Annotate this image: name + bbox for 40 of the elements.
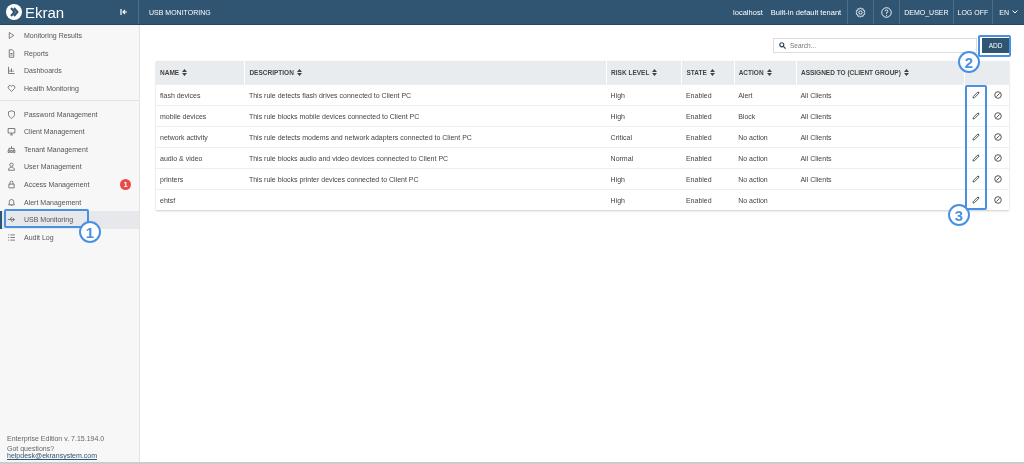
sort-icon xyxy=(903,69,909,76)
menu-icon xyxy=(7,180,16,190)
disable-icon[interactable] xyxy=(993,112,1002,121)
disable-icon[interactable] xyxy=(993,91,1002,100)
callout-number: 3 xyxy=(948,204,970,226)
menu-icon xyxy=(7,162,16,172)
menu-icon xyxy=(7,109,16,119)
menu-icon xyxy=(7,144,16,154)
sort-icon xyxy=(766,69,772,76)
menu-icon xyxy=(7,215,16,225)
sort-icon xyxy=(296,69,302,76)
callout-number: 1 xyxy=(79,221,101,243)
disable-icon[interactable] xyxy=(993,154,1002,163)
menu-icon xyxy=(7,84,16,94)
pencil-icon[interactable] xyxy=(971,154,980,163)
pencil-icon[interactable] xyxy=(971,196,980,205)
logo-icon xyxy=(6,4,22,20)
collapse-icon[interactable] xyxy=(120,8,128,16)
menu-icon xyxy=(7,31,16,41)
settings-icon xyxy=(855,6,867,18)
disable-icon[interactable] xyxy=(993,133,1002,142)
menu-icon xyxy=(7,197,16,207)
sort-icon xyxy=(709,69,715,76)
menu-icon xyxy=(7,232,16,242)
help-icon xyxy=(881,6,893,18)
search-icon xyxy=(779,42,786,49)
disable-icon[interactable] xyxy=(993,196,1002,205)
brand-name: Ekran xyxy=(25,3,65,21)
callout-highlight xyxy=(978,35,1011,57)
menu-icon xyxy=(7,66,16,76)
pencil-icon[interactable] xyxy=(971,91,980,100)
sort-icon xyxy=(182,69,188,76)
chevron-icon xyxy=(1012,10,1018,14)
sort-icon xyxy=(652,69,658,76)
disable-icon[interactable] xyxy=(993,175,1002,184)
pencil-icon[interactable] xyxy=(971,175,980,184)
menu-icon xyxy=(7,48,16,58)
pencil-icon[interactable] xyxy=(971,133,980,142)
menu-icon xyxy=(7,127,16,137)
pencil-icon[interactable] xyxy=(971,112,980,121)
